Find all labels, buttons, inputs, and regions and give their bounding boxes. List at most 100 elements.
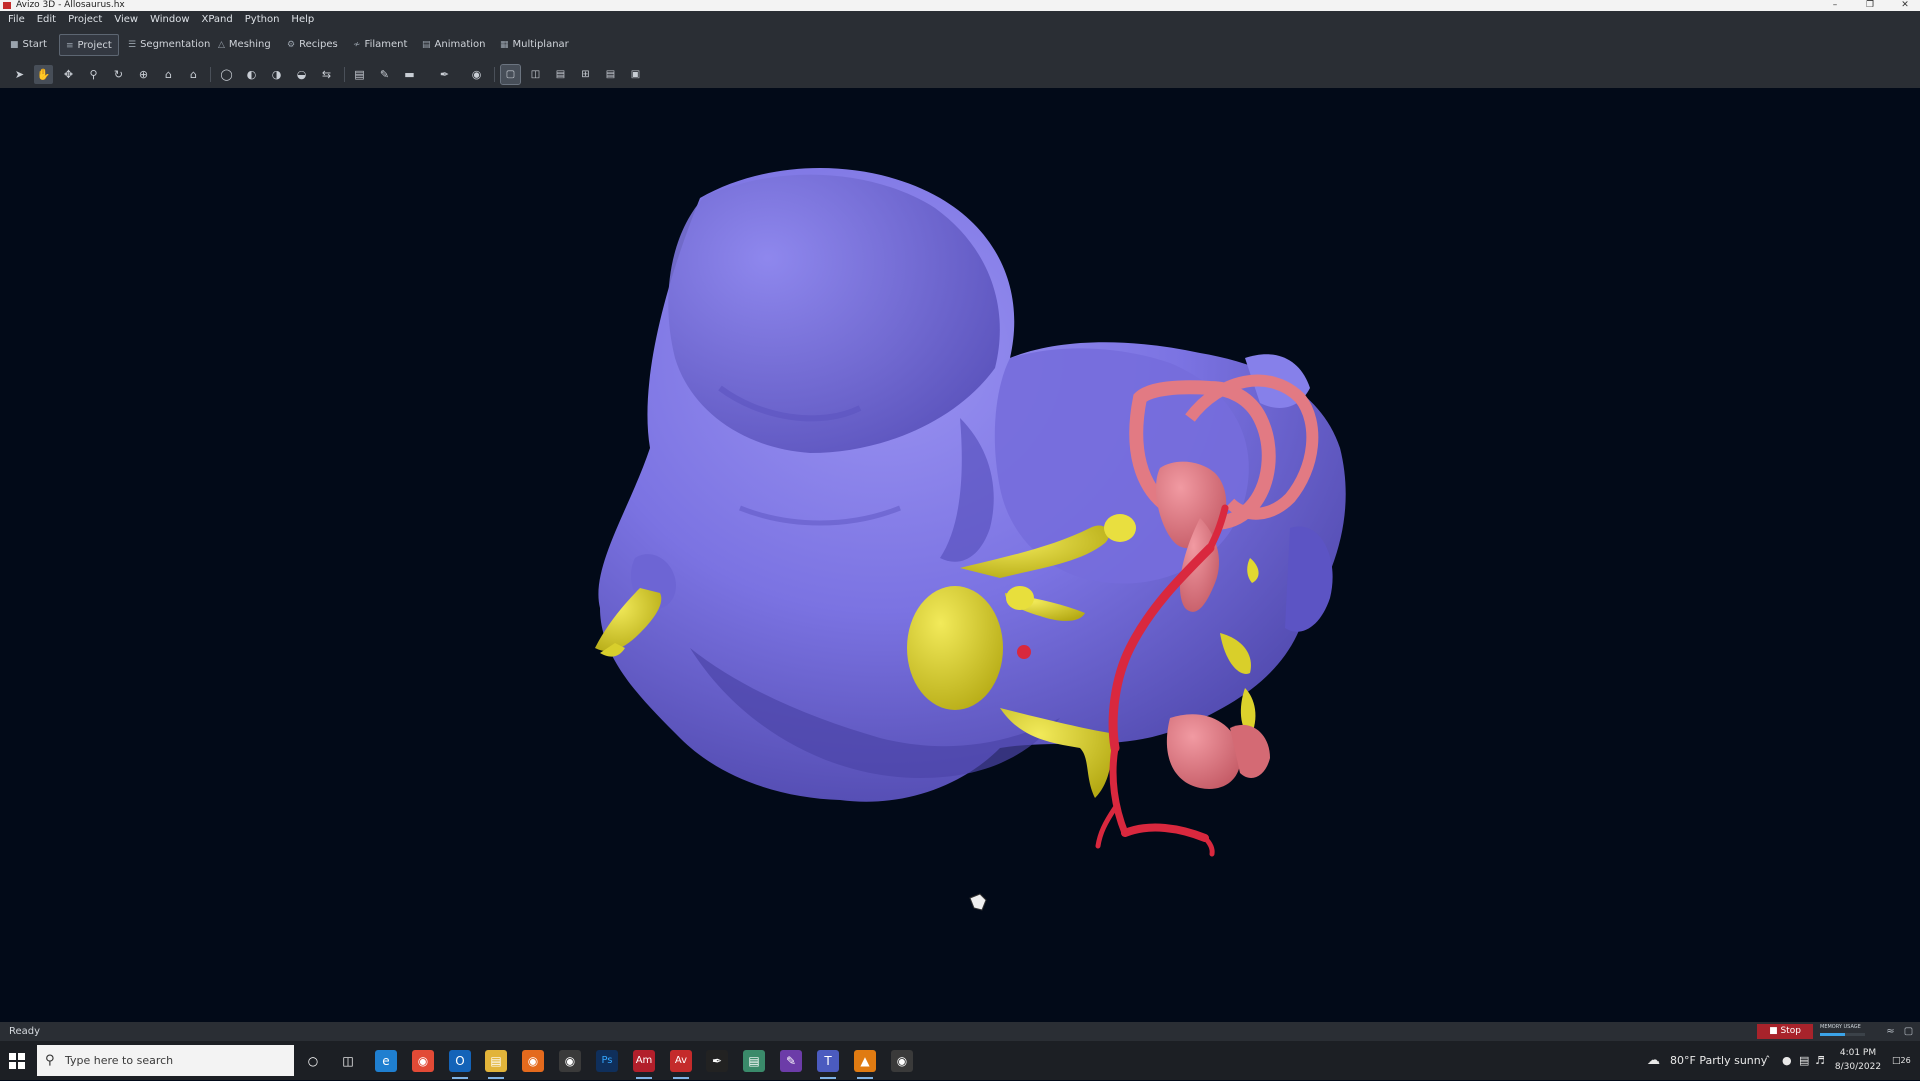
tab-label: Meshing (228, 39, 271, 50)
tab-start[interactable]: ■ Start (4, 34, 53, 56)
show-hidden-icons-icon[interactable]: ˆ (1765, 1041, 1771, 1080)
status-bar: Ready ■ Stop MEMORY USAGE ≈ ▢ (0, 1022, 1920, 1041)
pan-icon[interactable]: ✥ (59, 65, 78, 84)
volume-icon[interactable]: ♬ (1815, 1041, 1825, 1080)
menu-file[interactable]: File (0, 11, 31, 29)
weather-text[interactable]: 80°F Partly sunny (1670, 1041, 1767, 1080)
layout-two-vertical-icon[interactable]: ◫ (526, 65, 545, 84)
window-title: Avizo 3D - Allosaurus.hx (16, 0, 125, 10)
clock-time: 4:01 PM (1839, 1048, 1877, 1058)
minimize-button[interactable]: – (1820, 0, 1850, 11)
menu-project[interactable]: Project (62, 11, 108, 29)
seek-icon[interactable]: ⊕ (134, 65, 153, 84)
layout-custom-icon[interactable]: ▣ (626, 65, 645, 84)
file-explorer-icon[interactable]: ▤ (485, 1050, 507, 1079)
pen-icon[interactable]: ✒ (435, 65, 454, 84)
microphone-icon[interactable]: ● (1782, 1041, 1792, 1080)
filament-icon: ≁ (353, 40, 361, 50)
ruler-icon[interactable]: ▬ (400, 65, 419, 84)
pointer-icon[interactable]: ➤ (10, 65, 29, 84)
status-text: Ready (9, 1026, 41, 1037)
menu-view[interactable]: View (108, 11, 144, 29)
animation-icon: ▤ (422, 40, 431, 50)
tab-label: Animation (434, 39, 486, 50)
restore-button[interactable]: ❐ (1855, 0, 1885, 11)
outlook-icon[interactable]: O (449, 1050, 471, 1079)
network-status-icon[interactable]: ▤ (1799, 1041, 1809, 1080)
network-icon[interactable]: ≈ (1884, 1025, 1897, 1038)
tab-label: Recipes (299, 39, 338, 50)
layout-rows-icon[interactable]: ▤ (601, 65, 620, 84)
tab-segmentation[interactable]: ☰ Segmentation (122, 34, 216, 56)
tab-meshing[interactable]: △ Meshing (212, 34, 277, 56)
menu-python[interactable]: Python (239, 11, 286, 29)
task-view-icon[interactable]: ◫ (337, 1050, 359, 1072)
title-bar: Avizo 3D - Allosaurus.hx – ❐ ✕ (0, 0, 1920, 11)
tab-label: Multiplanar (512, 39, 569, 50)
toolbar-separator (344, 67, 345, 82)
teams-icon[interactable]: T (817, 1050, 839, 1079)
view-x-icon[interactable]: ◐ (242, 65, 261, 84)
menu-bar: File Edit Project View Window XPand Python Help (0, 11, 1920, 29)
notepad-icon[interactable]: ▤ (743, 1050, 765, 1072)
set-home-icon[interactable]: ⌂ (184, 65, 203, 84)
layout-single-icon[interactable]: ▢ (500, 64, 521, 85)
system-clock[interactable]: 4:01 PM 8/30/2022 (1830, 1046, 1886, 1074)
tab-project[interactable]: ≡ Project (59, 34, 119, 56)
rotate-axis-icon[interactable]: ⇆ (317, 65, 336, 84)
menu-xpand[interactable]: XPand (196, 11, 239, 29)
amira-icon[interactable]: Am (633, 1050, 655, 1079)
avizo-app-icon (3, 2, 11, 9)
firefox-icon[interactable]: ◉ (522, 1050, 544, 1072)
edge-icon[interactable]: e (375, 1050, 397, 1072)
rotate-icon[interactable]: ↻ (109, 65, 128, 84)
rendered-scene[interactable] (0, 88, 1920, 1022)
menu-edit[interactable]: Edit (31, 11, 62, 29)
layout-two-horizontal-icon[interactable]: ▤ (551, 65, 570, 84)
layout-four-icon[interactable]: ⊞ (576, 65, 595, 84)
tab-label: Filament (364, 39, 408, 50)
blender-icon[interactable]: ◉ (891, 1050, 913, 1072)
chrome-icon[interactable]: ◉ (412, 1050, 434, 1072)
3d-viewer[interactable] (0, 88, 1920, 1022)
windows-start-icon[interactable] (6, 1050, 28, 1072)
tab-label: Project (77, 40, 112, 51)
stop-label: Stop (1780, 1026, 1801, 1036)
console-icon[interactable]: ▢ (1902, 1025, 1915, 1038)
notification-center-icon[interactable]: □26 (1892, 1041, 1911, 1080)
vessel-section (1017, 645, 1031, 659)
endocast-surface (598, 168, 1346, 802)
obs-icon[interactable]: ◉ (559, 1050, 581, 1072)
multiplanar-icon: ▦ (500, 40, 509, 50)
taskbar-search-box[interactable]: ⚲ Type here to search (37, 1045, 294, 1076)
zoom-icon[interactable]: ⚲ (84, 65, 103, 84)
memory-label: MEMORY USAGE (1820, 1024, 1861, 1030)
cortana-icon[interactable]: ○ (302, 1050, 324, 1072)
tab-animation[interactable]: ▤ Animation (416, 34, 492, 56)
search-placeholder: Type here to search (65, 1054, 174, 1067)
view-z-icon[interactable]: ◒ (292, 65, 311, 84)
hand-icon[interactable]: ✋ (34, 65, 53, 84)
memory-bar-fill (1820, 1033, 1845, 1036)
inkscape-icon[interactable]: ✒ (706, 1050, 728, 1072)
stop-button[interactable]: ■ Stop (1757, 1024, 1813, 1039)
menu-help[interactable]: Help (285, 11, 320, 29)
tab-filament[interactable]: ≁ Filament (347, 34, 413, 56)
tab-recipes[interactable]: ⚙ Recipes (281, 34, 344, 56)
avizo-icon[interactable]: Av (670, 1050, 692, 1079)
menu-window[interactable]: Window (144, 11, 195, 29)
measure-icon[interactable]: ▤ (350, 65, 369, 84)
close-button[interactable]: ✕ (1890, 0, 1920, 11)
onenote-icon[interactable]: ✎ (780, 1050, 802, 1072)
probe-icon[interactable]: ✎ (375, 65, 394, 84)
view-y-icon[interactable]: ◑ (267, 65, 286, 84)
weather-icon[interactable]: ☁ (1647, 1041, 1660, 1080)
toolbar-separator (210, 67, 211, 82)
vlc-icon[interactable]: ▲ (854, 1050, 876, 1079)
home-icon[interactable]: ⌂ (159, 65, 178, 84)
notification-count: 26 (1900, 1056, 1911, 1065)
photoshop-icon[interactable]: Ps (596, 1050, 618, 1072)
tab-multiplanar[interactable]: ▦ Multiplanar (494, 34, 575, 56)
snapshot-icon[interactable]: ◉ (467, 65, 486, 84)
perspective-icon[interactable]: ◯ (217, 65, 236, 84)
